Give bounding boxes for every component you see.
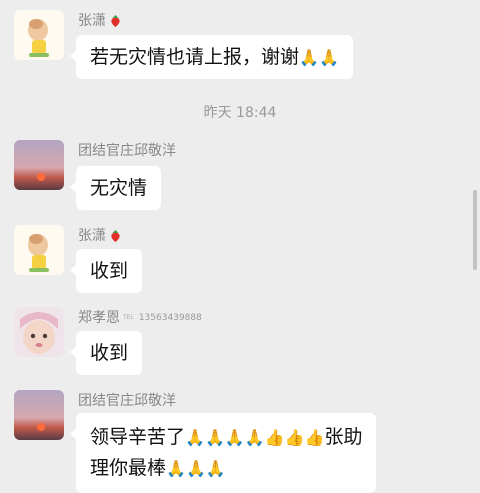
strawberry-icon xyxy=(111,15,120,27)
sender-name-text: 张潇 xyxy=(78,228,106,244)
sender-avatar[interactable] xyxy=(14,307,64,357)
sender-name-text: 郑孝恩 xyxy=(78,310,120,326)
sender-name: 郑孝恩 TEL 13563439888 xyxy=(78,309,202,327)
message-text: 收到 xyxy=(90,342,129,364)
message-text: 张助 xyxy=(324,426,363,448)
sender-name: 团结官庄邱敬洋 xyxy=(78,142,176,160)
pray-emoji-icon: 🙏🙏 xyxy=(299,48,339,67)
pray-emoji-icon: 🙏🙏🙏 xyxy=(166,459,226,478)
message-bubble[interactable]: 收到 xyxy=(69,249,143,293)
sender-name-text: 张潇 xyxy=(78,13,106,29)
message-bubble[interactable]: 领导辛苦了🙏🙏🙏🙏👍👍👍张助 理你最棒🙏🙏🙏 xyxy=(69,413,377,493)
sender-phone: 13563439888 xyxy=(138,313,202,323)
message-line: 理你最棒🙏🙏🙏 xyxy=(90,453,362,484)
message-bubble[interactable]: 收到 xyxy=(69,331,143,375)
sender-name-text: 团结官庄邱敬洋 xyxy=(78,143,176,159)
message-text: 收到 xyxy=(90,260,129,282)
sender-name: 张潇 xyxy=(78,12,122,30)
strawberry-icon xyxy=(111,230,120,242)
scrollbar[interactable] xyxy=(473,190,477,270)
message-text: 理你最棒 xyxy=(90,457,167,479)
sender-name-text: 团结官庄邱敬洋 xyxy=(78,393,176,409)
sender-avatar[interactable] xyxy=(14,225,64,275)
message-text: 领导辛苦了 xyxy=(90,426,186,448)
tel-label: TEL xyxy=(123,314,134,321)
sender-name: 团结官庄邱敬洋 xyxy=(78,392,176,410)
pray-thumbs-emoji-icon: 🙏🙏🙏🙏👍👍👍 xyxy=(185,428,325,447)
message-bubble[interactable]: 若无灾情也请上报，谢谢🙏🙏 xyxy=(70,35,353,79)
sender-avatar[interactable] xyxy=(14,140,64,190)
message-text: 若无灾情也请上报，谢谢 xyxy=(90,46,300,68)
message-line: 领导辛苦了🙏🙏🙏🙏👍👍👍张助 xyxy=(90,422,362,453)
sender-avatar[interactable] xyxy=(14,390,64,440)
message-text: 无灾情 xyxy=(90,177,148,199)
timestamp: 昨天 18:44 xyxy=(203,105,277,121)
message-bubble[interactable]: 无灾情 xyxy=(69,166,162,210)
sender-name: 张潇 xyxy=(78,227,122,245)
sender-avatar[interactable] xyxy=(14,10,64,60)
